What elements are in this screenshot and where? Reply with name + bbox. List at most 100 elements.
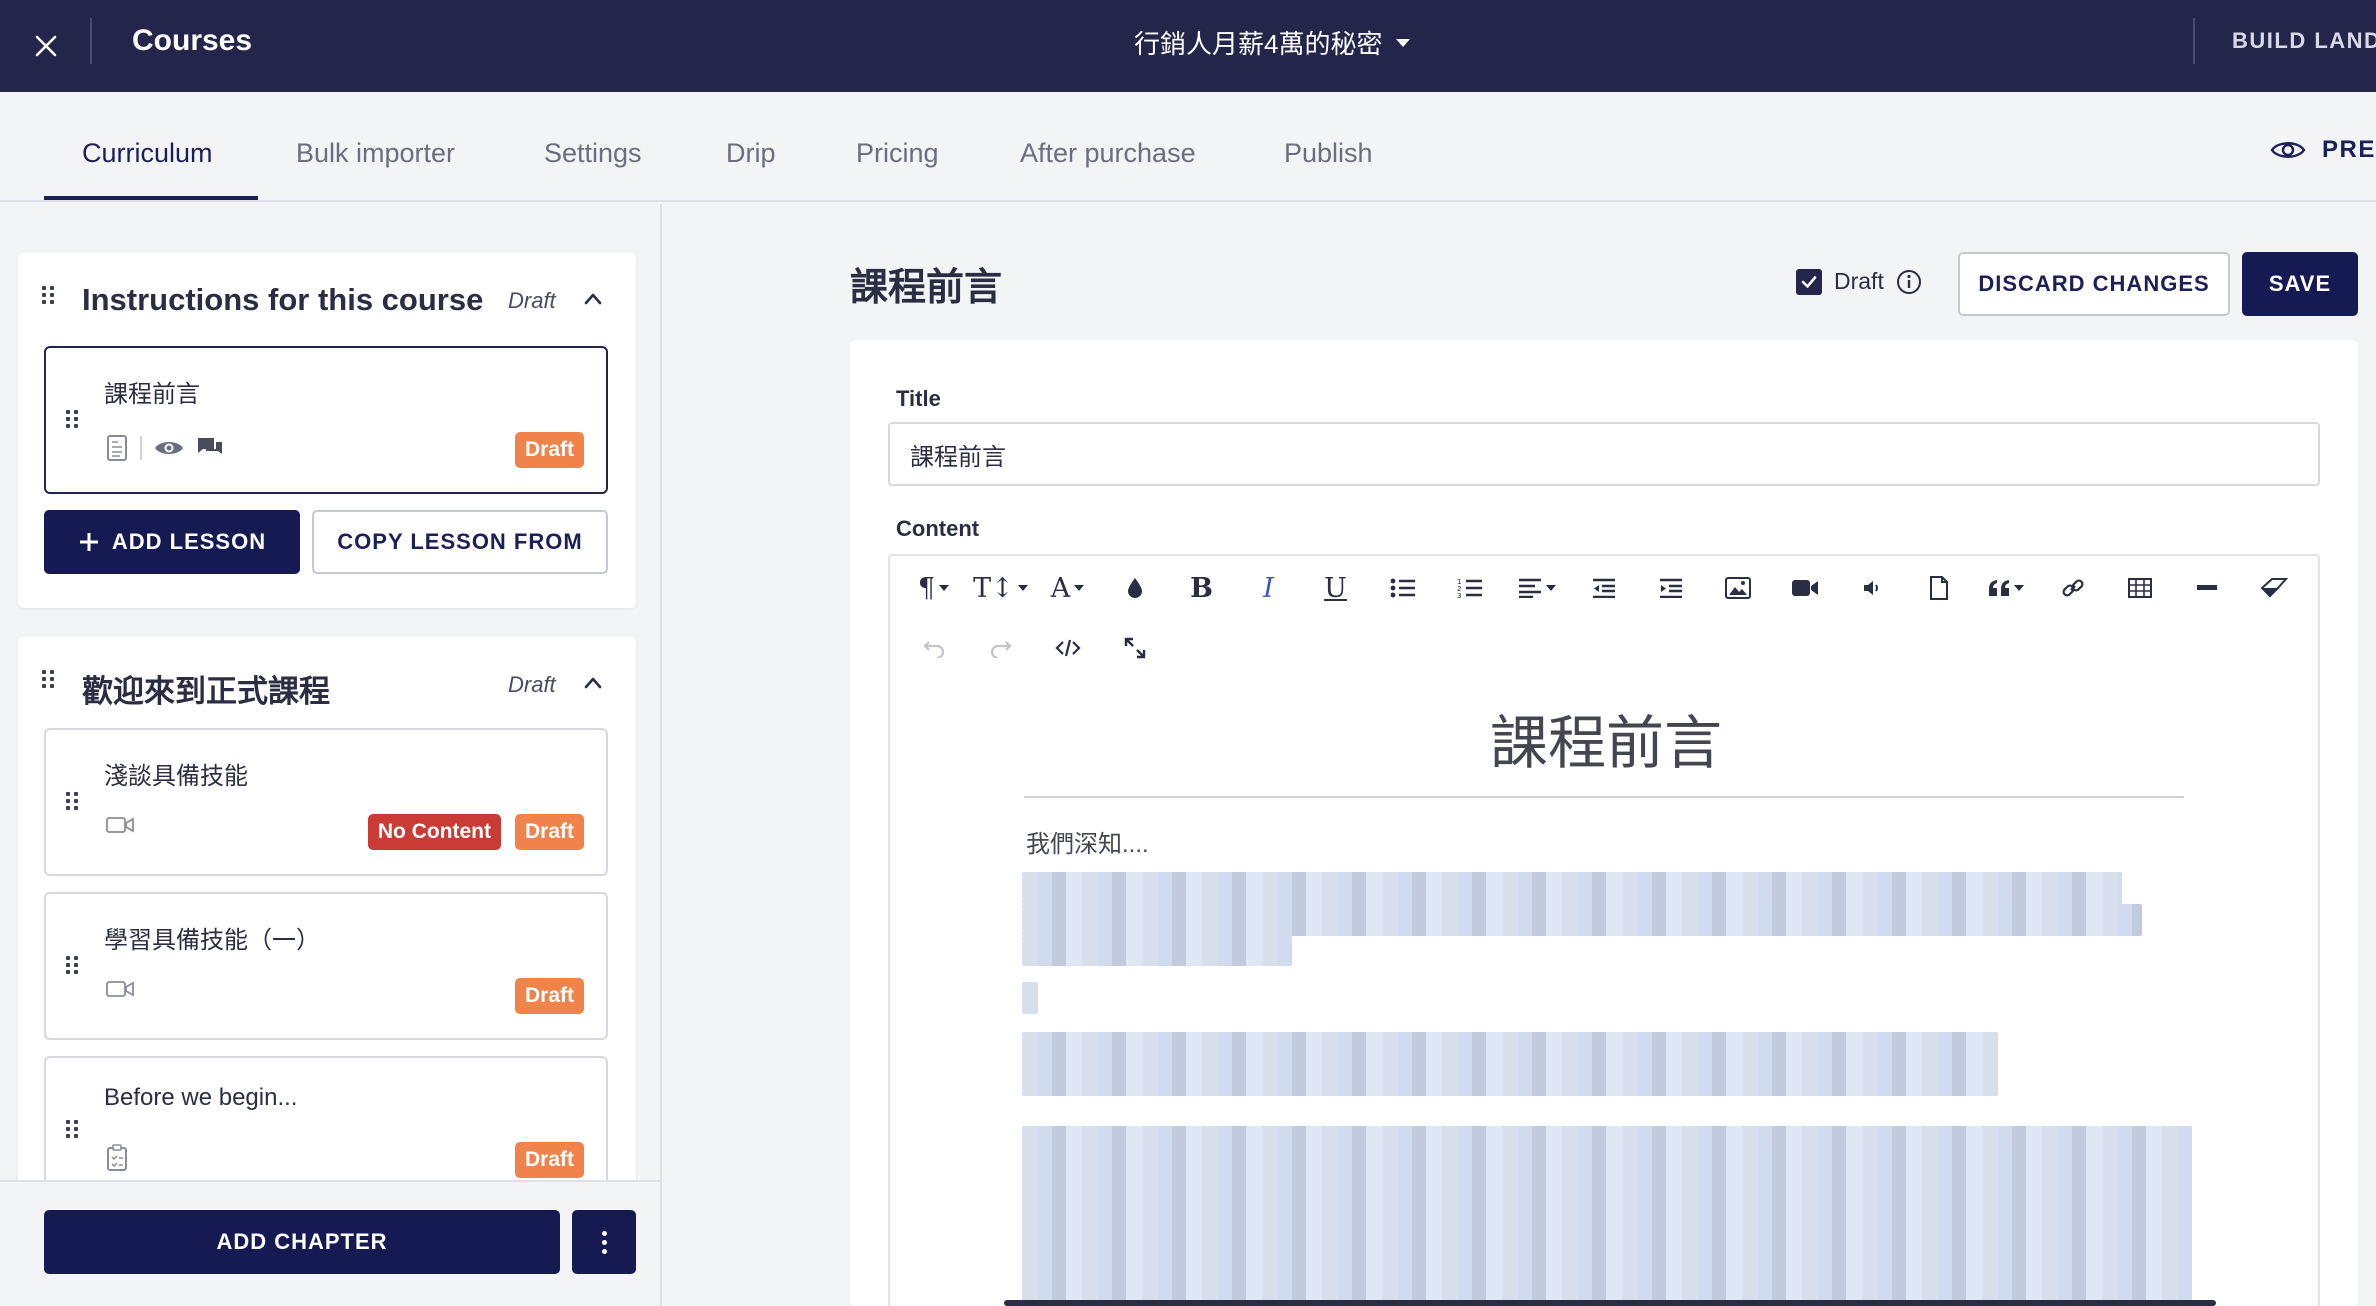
document-heading: 課程前言	[1489, 711, 1722, 776]
chapter-header: 歡迎來到正式課程 Draft	[18, 636, 636, 726]
title-input[interactable]	[888, 422, 2320, 486]
drag-handle-icon[interactable]	[66, 1120, 78, 1138]
outdent-icon[interactable]	[1570, 562, 1637, 614]
horizontal-scrollbar[interactable]	[1004, 1300, 2216, 1306]
align-icon[interactable]	[1503, 562, 1570, 614]
tab-settings[interactable]: Settings	[544, 138, 642, 169]
lesson-icons	[106, 434, 224, 462]
tab-after-purchase[interactable]: After purchase	[1020, 138, 1196, 169]
preview-button[interactable]: PREV	[2270, 136, 2376, 164]
underline-icon[interactable]: U	[1302, 562, 1369, 614]
build-landing-page-button[interactable]: BUILD LANDI	[2232, 28, 2376, 54]
text-color-icon[interactable]	[1101, 562, 1168, 614]
more-options-button[interactable]	[572, 1210, 636, 1274]
bullet-list-icon[interactable]	[1369, 562, 1436, 614]
insert-table-icon[interactable]	[2106, 562, 2173, 614]
chapter-title: Instructions for this course	[82, 282, 484, 317]
eye-icon	[2270, 142, 2306, 158]
drag-handle-icon[interactable]	[66, 956, 78, 974]
tab-bar: Curriculum Bulk importer Settings Drip P…	[0, 92, 2376, 202]
editor-toolbar-row-2	[900, 622, 1168, 674]
tab-publish[interactable]: Publish	[1284, 138, 1373, 169]
chapter-status: Draft	[508, 288, 556, 313]
tab-curriculum[interactable]: Curriculum	[82, 138, 213, 169]
close-button[interactable]	[22, 22, 70, 70]
draft-checkbox[interactable]: Draft	[1796, 268, 1922, 295]
divider	[90, 18, 92, 64]
add-chapter-button[interactable]: ADD CHAPTER	[44, 1210, 560, 1274]
course-selector[interactable]: 行銷人月薪4萬的秘密	[1134, 24, 1411, 61]
editor-toolbar-row-1: ¶ T↕ A B I U 123	[900, 562, 2307, 614]
lesson-badges: Draft	[514, 978, 584, 1014]
drag-handle-icon[interactable]	[42, 670, 54, 688]
info-icon[interactable]	[1896, 269, 1922, 295]
italic-icon[interactable]: I	[1235, 562, 1302, 614]
lesson-title: 學習具備技能（一）	[104, 927, 320, 954]
tab-drip[interactable]: Drip	[726, 138, 776, 169]
close-icon	[35, 35, 57, 57]
content-label: Content	[896, 516, 980, 541]
horizontal-rule-icon[interactable]	[2173, 562, 2240, 614]
video-icon	[106, 817, 134, 833]
fullscreen-icon[interactable]	[1101, 622, 1168, 674]
lesson-item[interactable]: 學習具備技能（一） Draft	[44, 892, 608, 1040]
font-family-icon[interactable]: A	[1034, 562, 1101, 614]
chapter-card: Instructions for this course Draft 課程前言 …	[18, 252, 636, 608]
no-content-badge: No Content	[367, 814, 501, 850]
code-view-icon[interactable]	[1034, 622, 1101, 674]
lesson-icons	[106, 980, 134, 998]
redo-icon[interactable]	[967, 622, 1034, 674]
insert-video-icon[interactable]	[1771, 562, 1838, 614]
checkbox-checked-icon[interactable]	[1796, 268, 1822, 295]
copy-lesson-button[interactable]: COPY LESSON FROM	[312, 510, 608, 574]
blurred-content	[1022, 936, 1292, 966]
quote-icon[interactable]	[1972, 562, 2039, 614]
insert-link-icon[interactable]	[2039, 562, 2106, 614]
top-bar: Courses 行銷人月薪4萬的秘密 BUILD LANDI	[0, 0, 2376, 92]
drag-handle-icon[interactable]	[66, 792, 78, 810]
indent-icon[interactable]	[1637, 562, 1704, 614]
lesson-badges: No Content Draft	[367, 814, 584, 850]
add-lesson-button[interactable]: ADD LESSON	[44, 510, 300, 574]
quiz-icon	[107, 1144, 127, 1171]
kebab-menu-icon	[601, 1230, 607, 1236]
drag-handle-icon[interactable]	[42, 286, 54, 304]
insert-image-icon[interactable]	[1704, 562, 1771, 614]
text-document-icon	[107, 435, 127, 461]
eye-icon	[155, 442, 183, 454]
draft-badge: Draft	[514, 1142, 584, 1178]
tab-pricing[interactable]: Pricing	[856, 138, 939, 169]
lesson-badges: Draft	[514, 432, 584, 468]
lesson-item[interactable]: 淺談具備技能 No Content Draft	[44, 728, 608, 876]
chevron-up-icon[interactable]	[584, 290, 602, 308]
tab-bulk-importer[interactable]: Bulk importer	[296, 138, 455, 169]
clear-formatting-icon[interactable]	[2240, 562, 2307, 614]
preview-label: PREV	[2322, 136, 2376, 163]
svg-text:3: 3	[1457, 592, 1461, 599]
discard-changes-button[interactable]: DISCARD CHANGES	[1958, 252, 2230, 316]
editor-document[interactable]: 課程前言 我們深知....	[890, 686, 2318, 1306]
chapter-header: Instructions for this course Draft	[18, 252, 636, 342]
lesson-icons	[106, 816, 134, 834]
course-name: 行銷人月薪4萬的秘密	[1134, 29, 1383, 59]
undo-icon[interactable]	[900, 622, 967, 674]
divider	[2193, 18, 2195, 64]
lesson-title: Before we begin...	[104, 1084, 298, 1111]
add-lesson-label: ADD LESSON	[111, 529, 267, 554]
rich-text-editor[interactable]: ¶ T↕ A B I U 123 課程前言 我們深知....	[888, 554, 2320, 1306]
paragraph-format-icon[interactable]: ¶	[900, 562, 967, 614]
chapter-title: 歡迎來到正式課程	[82, 674, 330, 709]
font-size-icon[interactable]: T↕	[967, 562, 1034, 614]
draft-label: Draft	[1834, 268, 1884, 294]
document-intro: 我們深知....	[1026, 831, 1149, 858]
save-button[interactable]: SAVE	[2242, 252, 2358, 316]
numbered-list-icon[interactable]: 123	[1436, 562, 1503, 614]
insert-file-icon[interactable]	[1905, 562, 1972, 614]
chevron-up-icon[interactable]	[584, 674, 602, 692]
insert-audio-icon[interactable]	[1838, 562, 1905, 614]
lesson-title: 淺談具備技能	[104, 763, 248, 790]
lesson-heading: 課程前言	[850, 267, 1003, 309]
bold-icon[interactable]: B	[1168, 562, 1235, 614]
lesson-item[interactable]: 課程前言 Draft	[44, 346, 608, 494]
drag-handle-icon[interactable]	[66, 410, 78, 428]
